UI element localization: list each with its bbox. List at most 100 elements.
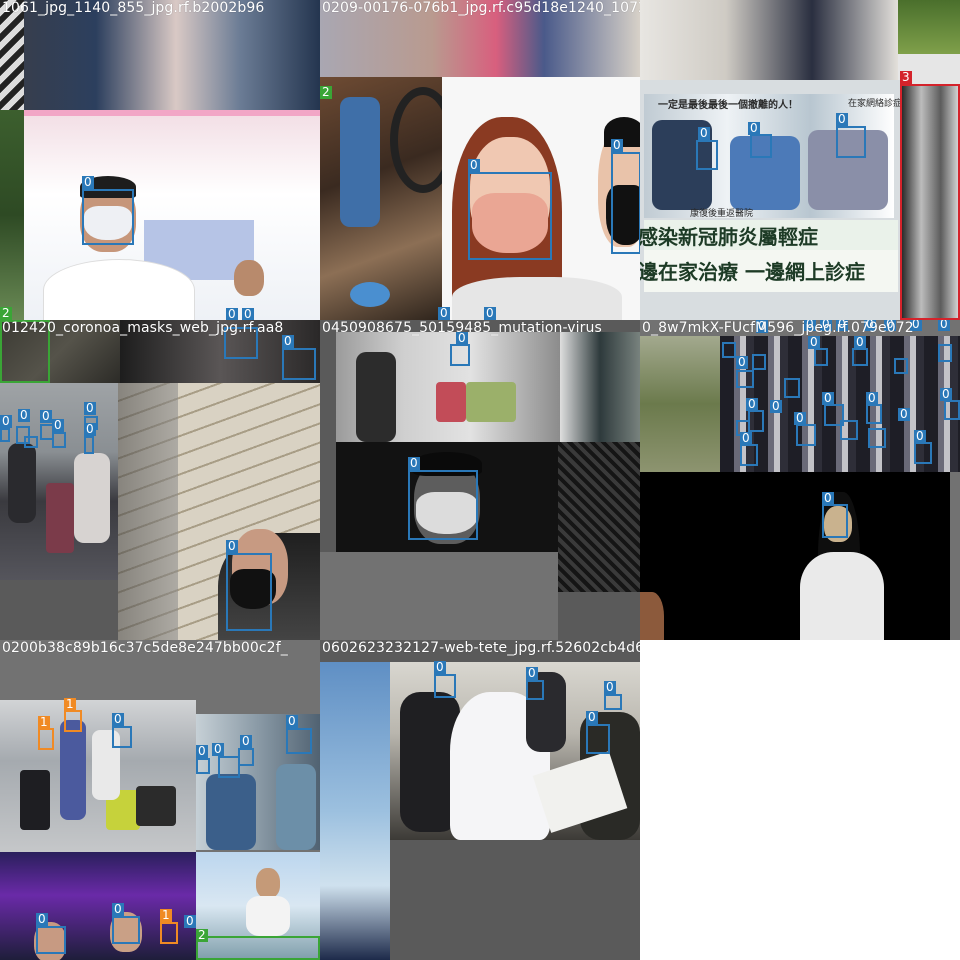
class-label: 0	[611, 138, 623, 152]
detection-box	[814, 348, 828, 366]
class-label: 0	[770, 399, 782, 413]
class-label: 0	[282, 334, 294, 348]
class-label: 1	[38, 715, 50, 729]
class-label: 0	[836, 112, 848, 126]
class-label: 1	[64, 697, 76, 711]
detection-box	[24, 436, 38, 448]
class-label: 0	[40, 409, 52, 423]
photo-hillside	[640, 336, 720, 472]
class-label: 0	[468, 158, 480, 172]
pad-gray	[950, 472, 960, 640]
detection-box	[866, 404, 882, 424]
detection-box	[84, 436, 94, 454]
banner-top: 一定是最後最後一個撤離的人！	[658, 100, 798, 111]
class-label: 0	[938, 320, 950, 331]
tile-title: 0209-00176-076b1_jpg.rf.c95d18e1240_1072…	[322, 0, 640, 16]
detection-box	[238, 748, 254, 766]
class-label: 0	[794, 411, 806, 425]
photo-commuters	[0, 0, 320, 110]
class-label: 0	[18, 408, 30, 422]
class-label: 0	[914, 429, 926, 443]
class-label: 0	[808, 335, 820, 349]
tile-title: 1061_jpg_1140_855_jpg.rf.b2002b96	[2, 0, 265, 16]
detection-box	[0, 428, 10, 442]
detection-box	[36, 926, 66, 954]
tile-2: 0 0 2 0 0 0209-00176-076b1_jpg.rf.c95d18…	[320, 0, 640, 320]
class-label: 0	[898, 407, 910, 421]
class-label: 0	[940, 387, 952, 401]
class-label: 0	[196, 744, 208, 758]
sign-hospital: 康復後重返醫院	[690, 209, 754, 219]
class-label: 0	[438, 306, 450, 320]
detection-box	[868, 428, 886, 448]
class-label: 0	[408, 456, 420, 470]
detection-box	[112, 726, 132, 748]
detection-box	[750, 134, 772, 158]
caption-line-1: 感染新冠肺炎屬輕症	[640, 225, 818, 249]
detection-box	[82, 189, 134, 245]
tile-9-empty	[640, 640, 960, 960]
photo-man-mask	[24, 110, 320, 320]
tile-4: 0 0 0 0 0 0 0 0 012420_coronoa_masks_web…	[0, 320, 320, 640]
class-label: 0	[84, 422, 96, 436]
pad-gray	[320, 552, 558, 640]
class-label: 0	[112, 902, 124, 916]
class-label: 0	[240, 734, 252, 748]
detection-box	[160, 922, 178, 944]
detection-box	[894, 358, 908, 374]
detection-box	[938, 344, 952, 362]
class-label: 0	[242, 307, 254, 320]
photo-striped-coat	[0, 0, 24, 110]
banner-right: 在家網絡診症	[848, 99, 902, 109]
detection-box	[748, 410, 764, 432]
photo-luggage-trolley	[336, 332, 560, 452]
class-label: 0	[0, 414, 12, 428]
class-label: 0	[746, 397, 758, 411]
detection-box	[604, 694, 622, 710]
detection-box	[38, 728, 54, 750]
detection-box	[852, 348, 868, 366]
photo-news-collage: 感染新冠肺炎屬輕症 邊在家治療 一邊網上診症 一定是最後最後一個撤離的人！ 在家…	[640, 80, 902, 320]
detection-box	[736, 370, 754, 388]
detection-box	[196, 758, 210, 774]
class-label: 0	[212, 742, 224, 756]
photo-sky	[320, 662, 390, 960]
tile-8: 0 0 0 0 0602623232127-web-tete_jpg.rf.52…	[320, 640, 640, 960]
detection-box	[286, 728, 312, 754]
photo-office	[640, 0, 898, 80]
class-label: 0	[526, 666, 538, 680]
detection-box	[112, 916, 140, 944]
class-label: 0	[184, 914, 196, 928]
detection-box	[586, 724, 610, 754]
detection-box	[450, 344, 470, 366]
class-label: 0	[434, 660, 446, 674]
detection-box	[900, 84, 960, 320]
class-label: 0	[736, 355, 748, 369]
class-label: 0	[36, 912, 48, 926]
detection-box	[914, 442, 932, 464]
class-label: 2	[0, 306, 12, 320]
detection-box	[784, 378, 800, 398]
tile-5: 0 0 0450908675_50159485_mutation-virus	[320, 320, 640, 640]
class-label: 0	[748, 121, 760, 135]
pad-gray	[0, 580, 118, 640]
class-label: 0	[84, 401, 96, 415]
detection-box	[696, 140, 718, 170]
photo-field	[898, 0, 960, 54]
detection-box	[836, 126, 866, 158]
class-label: 1	[160, 908, 172, 922]
photo-dark-figure	[640, 472, 950, 640]
detection-box	[944, 400, 960, 420]
class-label: 0	[740, 431, 752, 445]
caption-line-2: 邊在家治療 一邊網上診症	[640, 260, 865, 284]
detection-box	[468, 172, 552, 260]
detection-box	[796, 424, 816, 446]
photo-airport-arrivals	[0, 700, 196, 852]
detection-box	[408, 470, 478, 540]
detection-box	[282, 348, 316, 380]
mosaic-grid: 0 0 0 2 1061_jpg_1140_855_jpg.rf.b2002b9…	[0, 0, 960, 960]
photo-motorbike-worker	[320, 77, 442, 320]
photo-trees	[0, 110, 24, 320]
tile-title: 012420_coronoa_masks_web_jpg.rf.aa8	[2, 320, 284, 336]
detection-box	[752, 354, 766, 370]
